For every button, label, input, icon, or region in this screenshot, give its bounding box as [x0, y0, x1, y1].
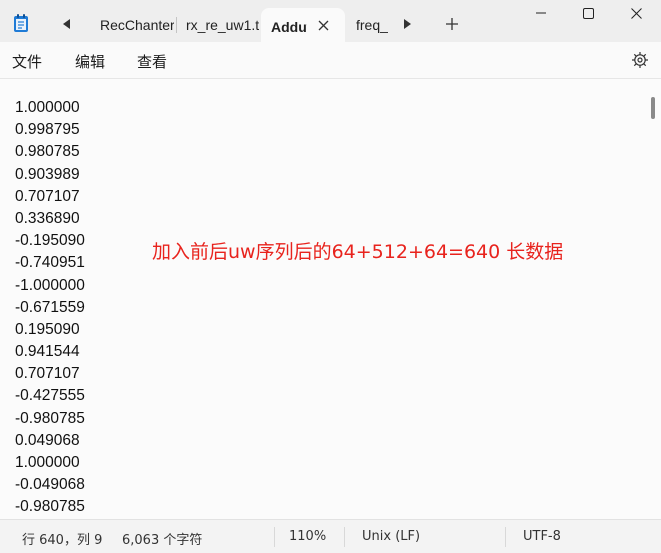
text-line: 0.049068	[15, 431, 80, 449]
minimize-button[interactable]	[518, 0, 564, 26]
text-line: 0.998795	[15, 121, 80, 139]
text-line: 1.000000	[15, 99, 80, 116]
minimize-icon	[536, 12, 546, 14]
text-line: -0.195090	[15, 232, 85, 250]
maximize-button[interactable]	[565, 0, 611, 26]
menu-bar: 文件 编辑 查看	[0, 42, 661, 78]
tab-recchanter[interactable]: RecChanter	[86, 8, 174, 42]
annotation-text: 加入前后uw序列后的64+512+64=640 长数据	[152, 241, 564, 263]
maximize-icon	[582, 7, 594, 19]
encoding[interactable]: UTF-8	[523, 529, 561, 544]
vertical-scrollbar[interactable]	[651, 97, 655, 119]
text-line: 0.707107	[15, 365, 80, 383]
text-line: -0.671559	[15, 298, 85, 316]
chevron-right-icon	[404, 19, 411, 29]
text-line: 0.195090	[15, 320, 80, 338]
text-editor[interactable]: 1.000000 0.998795 0.980785 0.903989 0.707107…	[0, 78, 661, 519]
tab-close-button[interactable]	[315, 17, 331, 33]
tab-label: rx_re_uw1.txt	[186, 17, 259, 33]
title-bar: RecChanter rx_re_uw1.txt Adduw freq_	[0, 0, 661, 46]
close-icon	[318, 20, 328, 30]
tab-rx-re-uw1[interactable]: rx_re_uw1.txt	[177, 8, 259, 42]
status-divider	[274, 527, 275, 547]
text-line: 0.903989	[15, 165, 80, 183]
gear-icon[interactable]	[631, 51, 649, 69]
tab-label: freq_	[356, 17, 388, 33]
text-line: 1.000000	[15, 454, 80, 471]
menu-edit[interactable]: 编辑	[75, 51, 105, 72]
tab-label: Adduw	[271, 19, 307, 35]
tab-label: RecChanter	[100, 17, 174, 33]
tab-scroll-right-button[interactable]	[398, 14, 416, 34]
tab-scroll-left-button[interactable]	[58, 14, 76, 34]
text-line: -0.049068	[15, 476, 85, 494]
text-line: -0.427555	[15, 387, 85, 405]
tab-adduw-active[interactable]: Adduw	[261, 8, 345, 46]
line-ending[interactable]: Unix (LF)	[362, 529, 420, 544]
close-icon	[630, 7, 642, 19]
notepad-icon	[14, 14, 28, 32]
chevron-left-icon	[63, 19, 70, 29]
text-line: 0.707107	[15, 187, 80, 205]
tab-freq[interactable]: freq_	[346, 8, 390, 42]
cursor-position: 行 640，列 9	[22, 533, 103, 548]
status-divider	[505, 527, 506, 547]
plus-icon	[446, 18, 458, 30]
text-line: -0.980785	[15, 409, 85, 427]
menu-view[interactable]: 查看	[137, 51, 167, 72]
text-line: 0.941544	[15, 343, 80, 361]
editor-text[interactable]: 1.000000 0.998795 0.980785 0.903989 0.707107…	[15, 97, 85, 519]
status-bar: 行 640，列 9 6,063 个字符 110% Unix (LF) UTF-8	[0, 519, 661, 553]
char-count: 6,063 个字符	[122, 533, 203, 548]
text-line: -1.000000	[15, 276, 85, 294]
text-line: -0.740951	[15, 254, 85, 272]
new-tab-button[interactable]	[443, 14, 461, 34]
zoom-level[interactable]: 110%	[289, 529, 326, 544]
menu-file[interactable]: 文件	[12, 51, 42, 72]
text-line: 0.980785	[15, 143, 80, 161]
status-divider	[344, 527, 345, 547]
text-line: 0.336890	[15, 209, 80, 227]
close-window-button[interactable]	[613, 0, 659, 26]
text-line: -0.980785	[15, 498, 85, 516]
